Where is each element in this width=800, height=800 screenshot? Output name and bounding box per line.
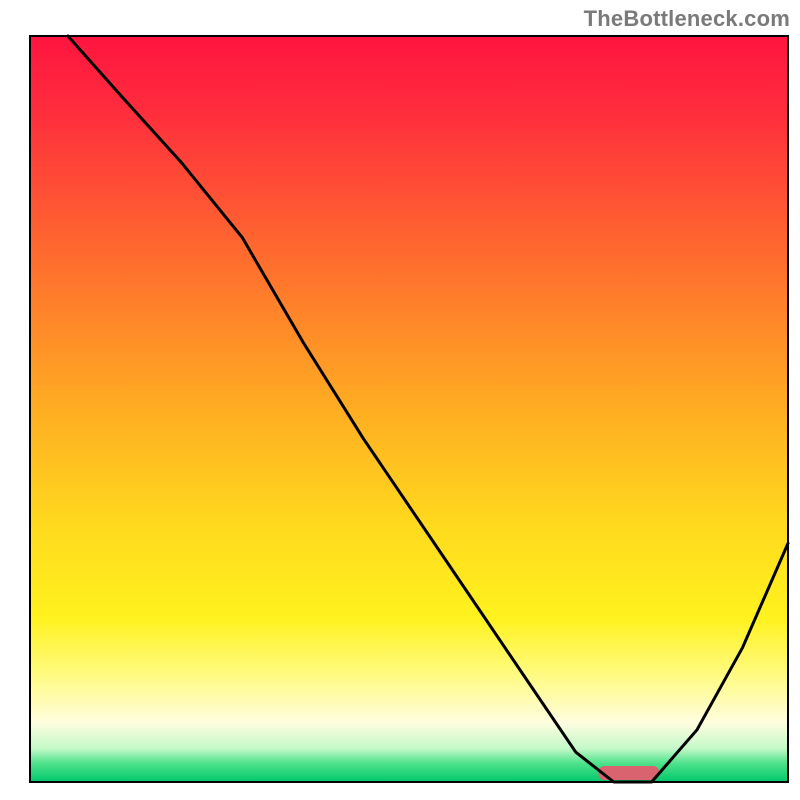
bottleneck-chart: TheBottleneck.com (0, 0, 800, 800)
chart-canvas (0, 0, 800, 800)
watermark-text: TheBottleneck.com (584, 6, 790, 32)
plot-background (30, 36, 788, 782)
